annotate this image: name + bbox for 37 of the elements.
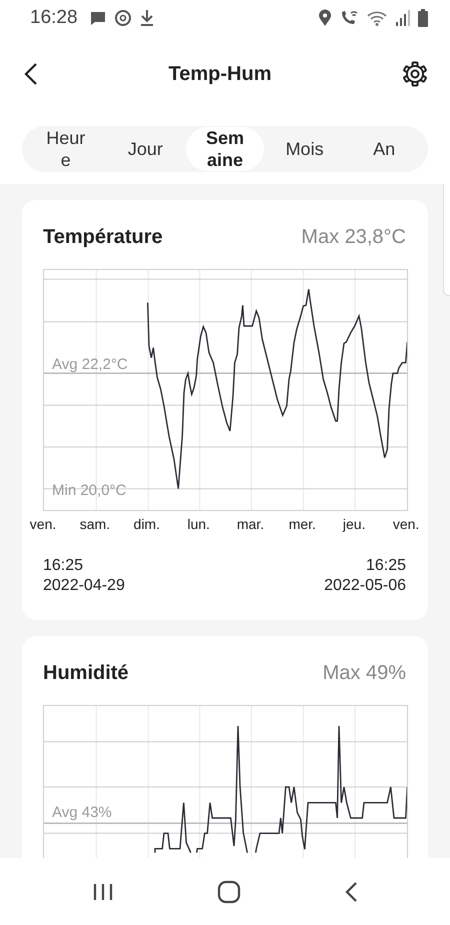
average-label: Avg 43%	[52, 804, 112, 821]
period-tab[interactable]: Jour	[106, 127, 184, 171]
sync-icon	[114, 9, 132, 27]
card-title: Humidité	[43, 662, 129, 685]
axis-label: sam.	[80, 516, 110, 532]
card-title: Température	[43, 226, 163, 249]
period-tab[interactable]: An	[345, 127, 424, 171]
message-icon	[88, 10, 107, 26]
page-title: Temp-Hum	[168, 62, 272, 86]
end-time: 16:25	[366, 556, 406, 576]
axis-label: dim.	[134, 516, 160, 532]
axis-label: ven.	[30, 516, 56, 532]
axis-label: jeu.	[342, 516, 366, 532]
home-button[interactable]	[216, 880, 241, 904]
download-icon	[138, 9, 155, 27]
axis-label: ven.	[392, 516, 420, 532]
start-time: 16:25	[43, 556, 84, 576]
axis-label: mar.	[236, 516, 264, 532]
end-date: 2022-05-06	[324, 576, 406, 596]
location-icon	[318, 9, 332, 27]
axis-label: lun.	[187, 516, 210, 532]
battery-icon	[418, 9, 428, 27]
max-value: Max 23,8°C	[301, 226, 406, 249]
period-tab[interactable]: Semaine	[186, 127, 264, 171]
wifi-call-icon	[339, 9, 359, 27]
minimum-label: Min 20,0°C	[52, 482, 126, 499]
period-tab[interactable]: Mois	[266, 127, 344, 171]
back-nav-button[interactable]	[344, 880, 358, 902]
status-time: 16:28	[30, 7, 78, 29]
average-label: Avg 22,2°C	[52, 356, 128, 373]
start-date: 2022-04-29	[43, 576, 125, 596]
recent-apps-button[interactable]	[92, 882, 114, 902]
signal-icon	[395, 9, 411, 27]
max-value: Max 49%	[322, 662, 406, 685]
period-tab[interactable]: Heure	[26, 127, 105, 171]
wifi-icon	[366, 9, 388, 27]
axis-label: mer.	[288, 516, 316, 532]
